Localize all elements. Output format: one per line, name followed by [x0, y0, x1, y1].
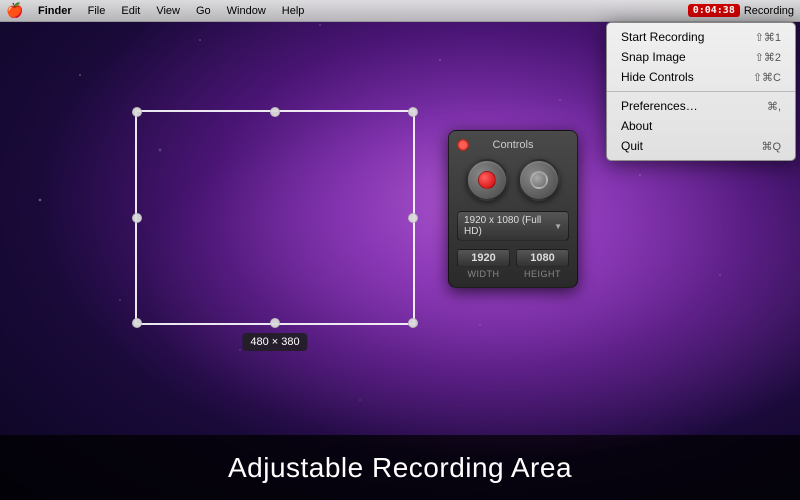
- context-menu: Start Recording ⇧⌘1 Snap Image ⇧⌘2 Hide …: [606, 22, 796, 161]
- menu-edit[interactable]: Edit: [113, 0, 148, 22]
- desktop: 🍎 Finder File Edit View Go Window Help 0…: [0, 0, 800, 500]
- menu-window[interactable]: Window: [219, 0, 274, 22]
- menu-finder[interactable]: Finder: [30, 0, 80, 22]
- menu-help[interactable]: Help: [274, 0, 313, 22]
- recording-label: Recording: [744, 5, 794, 17]
- handle-bot-mid[interactable]: [270, 318, 280, 328]
- size-label: 480 × 380: [242, 333, 307, 351]
- caption-text: Adjustable Recording Area: [228, 452, 572, 484]
- controls-panel: Controls 1920 x 1080 (Full HD) ▼ 1920 WI…: [448, 130, 578, 288]
- handle-bot-left[interactable]: [132, 318, 142, 328]
- menu-preferences[interactable]: Preferences… ⌘,: [607, 96, 795, 116]
- height-value[interactable]: 1080: [516, 249, 569, 267]
- timer-badge: 0:04:38: [688, 4, 740, 17]
- bottom-caption: Adjustable Recording Area: [0, 435, 800, 500]
- snap-button[interactable]: [518, 159, 560, 201]
- snap-icon: [530, 171, 548, 189]
- controls-close-button[interactable]: [457, 139, 469, 151]
- menu-snap-image[interactable]: Snap Image ⇧⌘2: [607, 47, 795, 67]
- width-value[interactable]: 1920: [457, 249, 510, 267]
- handle-bot-right[interactable]: [408, 318, 418, 328]
- menu-go[interactable]: Go: [188, 0, 219, 22]
- resolution-dropdown[interactable]: 1920 x 1080 (Full HD) ▼: [457, 211, 569, 241]
- dimension-fields: 1920 WIDTH 1080 HEIGHT: [457, 249, 569, 279]
- selection-box[interactable]: 480 × 380: [135, 110, 415, 325]
- record-button[interactable]: [466, 159, 508, 201]
- resolution-value: 1920 x 1080 (Full HD): [464, 215, 554, 237]
- height-label: HEIGHT: [516, 269, 569, 279]
- chevron-down-icon: ▼: [554, 222, 562, 231]
- handle-top-right[interactable]: [408, 107, 418, 117]
- controls-title-bar: Controls: [457, 139, 569, 151]
- menu-separator-1: [607, 91, 795, 92]
- record-icon: [478, 171, 496, 189]
- width-field: 1920 WIDTH: [457, 249, 510, 279]
- menu-file[interactable]: File: [80, 0, 114, 22]
- controls-title: Controls: [493, 139, 534, 151]
- controls-buttons: [457, 159, 569, 201]
- menu-quit[interactable]: Quit ⌘Q: [607, 136, 795, 156]
- handle-mid-right[interactable]: [408, 213, 418, 223]
- apple-menu[interactable]: 🍎: [0, 0, 30, 22]
- menubar: 🍎 Finder File Edit View Go Window Help 0…: [0, 0, 800, 22]
- width-label: WIDTH: [457, 269, 510, 279]
- menu-hide-controls[interactable]: Hide Controls ⇧⌘C: [607, 67, 795, 87]
- menu-start-recording[interactable]: Start Recording ⇧⌘1: [607, 27, 795, 47]
- height-field: 1080 HEIGHT: [516, 249, 569, 279]
- menu-view[interactable]: View: [148, 0, 188, 22]
- handle-mid-left[interactable]: [132, 213, 142, 223]
- menu-about[interactable]: About: [607, 116, 795, 136]
- handle-top-left[interactable]: [132, 107, 142, 117]
- handle-top-mid[interactable]: [270, 107, 280, 117]
- menubar-right: 0:04:38 Recording: [688, 4, 800, 17]
